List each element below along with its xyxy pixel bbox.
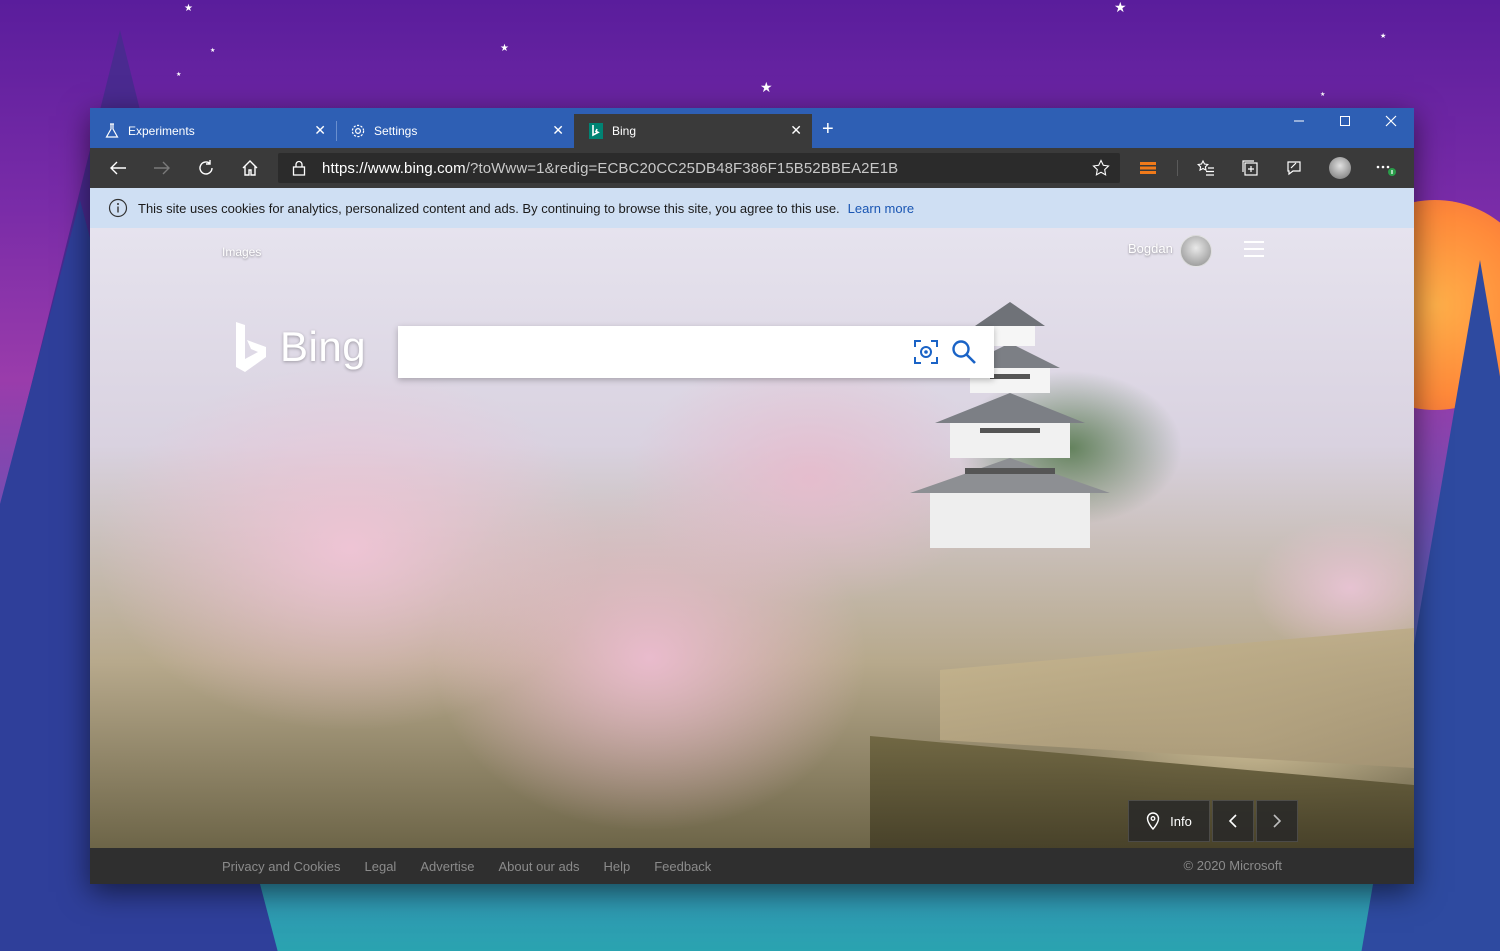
avatar[interactable] (1180, 235, 1212, 267)
gear-icon (350, 123, 366, 139)
close-tab-icon[interactable]: ✕ (552, 123, 564, 137)
footer-link-advertise[interactable]: Advertise (420, 859, 474, 874)
forward-icon[interactable] (142, 148, 182, 188)
footer-links: Privacy and Cookies Legal Advertise Abou… (222, 859, 735, 874)
star-icon: ★ (760, 79, 773, 95)
location-pin-icon (1146, 812, 1160, 830)
footer-link-feedback[interactable]: Feedback (654, 859, 711, 874)
chevron-left-icon (1228, 814, 1237, 828)
refresh-icon[interactable] (186, 148, 226, 188)
tab-label: Bing (612, 124, 637, 138)
bing-homepage: Images Bogdan Bing Info (90, 228, 1414, 848)
chevron-right-icon (1273, 814, 1282, 828)
extension-icon[interactable] (1128, 148, 1168, 188)
page-footer: Privacy and Cookies Legal Advertise Abou… (90, 848, 1414, 884)
hamburger-menu-icon[interactable] (1244, 241, 1264, 257)
info-button[interactable]: Info (1128, 800, 1210, 842)
images-link[interactable]: Images (222, 245, 261, 259)
maximize-button[interactable] (1322, 114, 1368, 134)
bing-logo-icon (588, 123, 604, 139)
info-icon (108, 198, 128, 218)
tab-settings[interactable]: Settings ✕ (336, 114, 574, 148)
url-host: https://www.bing.com (322, 160, 466, 177)
star-icon: ★ (184, 3, 193, 14)
tab-label: Experiments (128, 124, 195, 138)
cookie-info-bar: This site uses cookies for analytics, pe… (90, 188, 1414, 228)
learn-more-link[interactable]: Learn more (848, 201, 914, 216)
address-bar[interactable]: https://www.bing.com/?toWww=1&redig=ECBC… (278, 153, 1120, 183)
browser-toolbar: https://www.bing.com/?toWww=1&redig=ECBC… (90, 148, 1414, 188)
star-icon: ★ (500, 43, 509, 54)
close-window-button[interactable] (1368, 114, 1414, 134)
search-box (398, 326, 994, 378)
flask-icon (104, 123, 120, 139)
footer-link-privacy[interactable]: Privacy and Cookies (222, 859, 341, 874)
star-icon: ★ (210, 48, 216, 54)
profile-icon[interactable] (1320, 148, 1360, 188)
home-icon[interactable] (230, 148, 270, 188)
lock-icon[interactable] (292, 160, 306, 181)
user-name[interactable]: Bogdan (1128, 241, 1173, 256)
footer-link-help[interactable]: Help (603, 859, 630, 874)
tab-experiments[interactable]: Experiments ✕ (90, 114, 336, 148)
bing-logo[interactable]: Bing (230, 320, 366, 374)
star-icon: ★ (1320, 92, 1326, 98)
copyright: © 2020 Microsoft (1183, 858, 1282, 873)
tab-strip: Experiments ✕ Settings ✕ Bing ✕ + (90, 108, 1414, 148)
bing-b-icon (236, 322, 266, 372)
toolbar-divider (1177, 160, 1178, 176)
footer-link-about-ads[interactable]: About our ads (499, 859, 580, 874)
info-label: Info (1170, 813, 1192, 829)
star-icon: ★ (1114, 0, 1127, 15)
url-text[interactable]: https://www.bing.com/?toWww=1&redig=ECBC… (322, 160, 898, 177)
back-icon[interactable] (98, 148, 138, 188)
new-tab-button[interactable]: + (822, 119, 834, 139)
star-icon: ★ (1380, 33, 1387, 40)
star-icon[interactable] (1092, 159, 1110, 182)
visual-search-icon[interactable] (912, 338, 940, 366)
search-input[interactable] (410, 336, 894, 368)
next-image-button[interactable] (1256, 800, 1298, 842)
footer-link-legal[interactable]: Legal (365, 859, 397, 874)
browser-window: Experiments ✕ Settings ✕ Bing ✕ + https:… (90, 108, 1414, 884)
tab-bing[interactable]: Bing ✕ (574, 114, 812, 148)
close-tab-icon[interactable]: ✕ (314, 123, 326, 137)
search-icon[interactable] (950, 338, 978, 366)
tab-label: Settings (374, 124, 418, 138)
bing-wordmark: Bing (280, 323, 367, 370)
feedback-icon[interactable] (1274, 148, 1314, 188)
previous-image-button[interactable] (1212, 800, 1254, 842)
url-path: /?toWww=1&redig=ECBC20CC25DB48F386F15B52… (465, 160, 899, 177)
collections-icon[interactable] (1230, 148, 1270, 188)
cookie-message: This site uses cookies for analytics, pe… (138, 200, 840, 216)
more-icon[interactable] (1366, 148, 1406, 188)
minimize-button[interactable] (1276, 114, 1322, 134)
close-tab-icon[interactable]: ✕ (790, 123, 802, 137)
favorites-icon[interactable] (1186, 148, 1226, 188)
star-icon: ★ (176, 72, 182, 78)
stone-wall (940, 628, 1414, 768)
